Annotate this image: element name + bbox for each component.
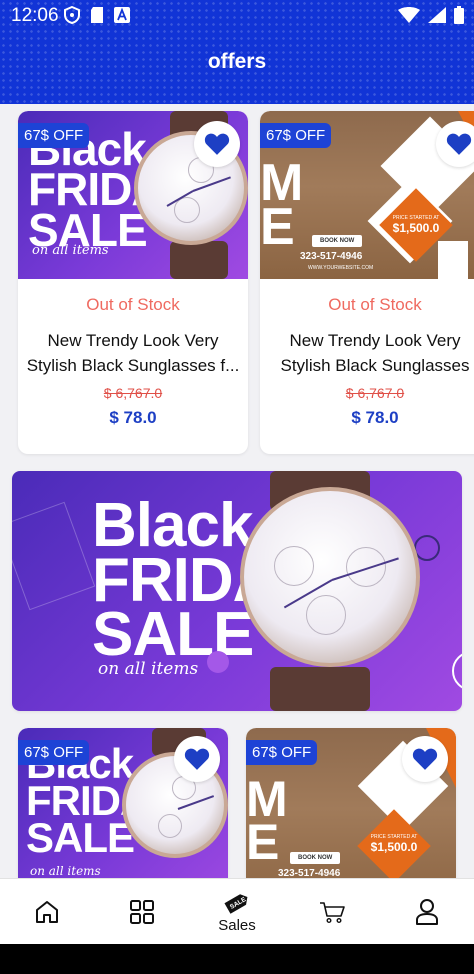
grid-icon	[130, 900, 154, 924]
favorite-button[interactable]	[402, 736, 448, 782]
heart-icon	[184, 748, 210, 770]
bottom-navigation: SALE Sales	[0, 878, 474, 944]
signal-icon	[428, 7, 446, 23]
status-time: 12:06	[11, 5, 59, 26]
heart-icon	[204, 133, 230, 155]
heart-icon	[412, 748, 438, 770]
book-now-label: BOOK NOW	[312, 235, 363, 247]
profile-icon	[416, 899, 438, 925]
nav-profile[interactable]	[392, 879, 462, 945]
home-icon	[36, 901, 58, 923]
product-name-line2: Stylish Black Sunglasses	[280, 356, 470, 375]
new-price: $ 78.0	[109, 408, 157, 427]
system-navigation-bar	[0, 944, 474, 974]
new-price: $ 78.0	[351, 408, 399, 427]
discount-badge: 67$ OFF	[18, 740, 90, 765]
status-bar: 12:06	[0, 0, 474, 32]
art-price: $1,500.0	[392, 221, 440, 235]
wifi-icon	[398, 7, 420, 23]
nav-cart[interactable]	[297, 879, 367, 945]
product-name-line1: New Trendy Look Very	[289, 331, 461, 350]
nav-sales[interactable]: SALE Sales	[202, 879, 272, 945]
sale-tag-icon: SALE	[224, 893, 248, 914]
phone-number: 323-517-4946	[300, 251, 363, 262]
nav-home[interactable]	[12, 879, 82, 945]
discount-badge: 67$ OFF	[246, 740, 318, 765]
old-price: $ 6,767.0	[345, 385, 405, 401]
old-price: $ 6,767.0	[103, 385, 163, 401]
nav-sales-label: Sales	[218, 916, 256, 934]
product-card[interactable]: Black FRIDAY SALE on all items 67$ OFF O…	[18, 111, 248, 454]
book-now-label: BOOK NOW	[290, 852, 341, 864]
battery-icon	[454, 6, 464, 24]
discount-badge: 67$ OFF	[18, 123, 90, 148]
product-card[interactable]: ME PRICE STARTED AT $1,500.0 BOOK NOW 32…	[260, 111, 474, 454]
heart-icon	[446, 133, 472, 155]
watch-image	[240, 487, 420, 667]
cart-icon	[320, 902, 345, 924]
favorite-button[interactable]	[194, 121, 240, 167]
stock-status: Out of Stock	[86, 295, 180, 314]
product-name-line1: New Trendy Look Very	[47, 331, 219, 350]
product-name: New Trendy Look Very Stylish Black Sungl…	[24, 328, 242, 378]
favorite-button[interactable]	[436, 121, 474, 167]
website-text: WWW.YOURWEBSITE.COM	[308, 265, 374, 271]
nav-categories[interactable]	[107, 879, 177, 945]
page-title: offers	[207, 50, 267, 73]
art-script: on all items	[30, 864, 101, 878]
app-header: 12:06 offers	[0, 0, 474, 104]
shield-icon	[64, 6, 80, 24]
font-icon	[114, 7, 130, 23]
stock-status: Out of Stock	[328, 295, 422, 314]
discount-badge: 67$ OFF	[260, 123, 332, 148]
banner-script: on all items	[98, 659, 199, 679]
product-name: New Trendy Look Very Stylish Black Sungl…	[266, 328, 474, 378]
promo-banner[interactable]: Black FRIDAY SALE on all items	[12, 471, 462, 711]
favorite-button[interactable]	[174, 736, 220, 782]
art-script: on all items	[32, 243, 109, 258]
sd-card-icon	[91, 7, 103, 23]
art-price: $1,500.0	[370, 840, 418, 854]
product-name-line2: Stylish Black Sunglasses f...	[26, 356, 240, 375]
